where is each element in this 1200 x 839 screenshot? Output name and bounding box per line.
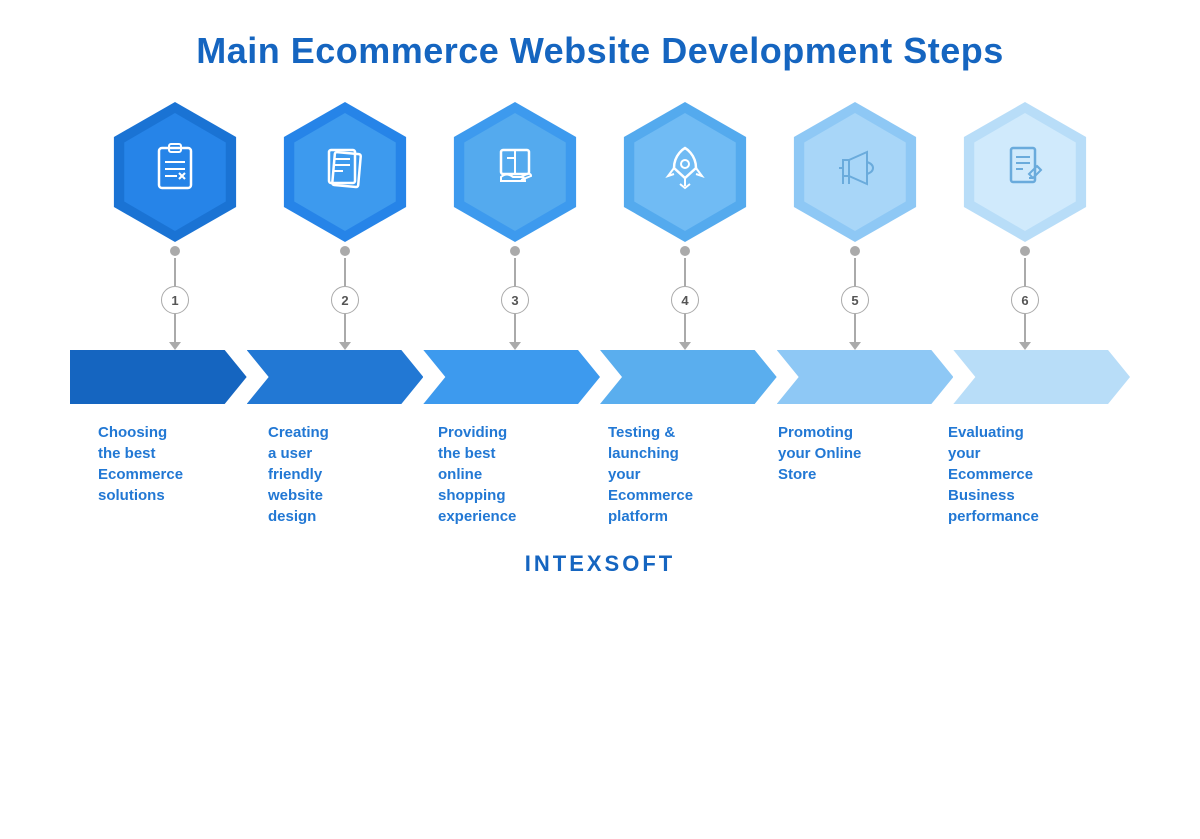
connector-2: 2: [331, 246, 359, 350]
hexagon-6: [960, 102, 1090, 242]
arrow-segment-5: [777, 350, 954, 404]
hexagon-4: [620, 102, 750, 242]
documents-icon: [319, 140, 371, 204]
hex-item-5: 5: [770, 102, 940, 350]
arrow-segment-2: [247, 350, 424, 404]
box-hand-icon: [489, 140, 541, 204]
hexagon-5: [790, 102, 920, 242]
arrow-segment-1: [70, 350, 247, 404]
hex-item-2: 2: [260, 102, 430, 350]
step-number-4: 4: [671, 286, 699, 314]
arrow-segment-4: [600, 350, 777, 404]
label-2: Creatinga userfriendlywebsitedesign: [260, 422, 430, 527]
connector-1: 1: [161, 246, 189, 350]
labels-row: Choosingthe bestEcommercesolutions Creat…: [40, 404, 1160, 527]
label-1: Choosingthe bestEcommercesolutions: [90, 422, 260, 527]
hex-item-3: 3: [430, 102, 600, 350]
step-number-1: 1: [161, 286, 189, 314]
connector-3: 3: [501, 246, 529, 350]
hexagon-2: [280, 102, 410, 242]
hexagons-row: 1: [40, 102, 1160, 350]
connector-4: 4: [671, 246, 699, 350]
arrow-segment-6: [953, 350, 1130, 404]
step-number-2: 2: [331, 286, 359, 314]
megaphone-icon: [829, 140, 881, 204]
logo-text: INTEXSOFT: [525, 551, 675, 577]
connector-5: 5: [841, 246, 869, 350]
page-title: Main Ecommerce Website Development Steps: [196, 30, 1004, 72]
step-number-6: 6: [1011, 286, 1039, 314]
logo-area: INTEXSOFT: [525, 551, 675, 577]
rocket-icon: [660, 140, 710, 204]
label-6: EvaluatingyourEcommerceBusinessperforman…: [940, 422, 1110, 527]
hex-item-6: 6: [940, 102, 1110, 350]
hex-item-4: 4: [600, 102, 770, 350]
step-number-5: 5: [841, 286, 869, 314]
hexagon-1: [110, 102, 240, 242]
clipboard-icon: [149, 140, 201, 204]
label-4: Testing &launchingyourEcommerceplatform: [600, 422, 770, 527]
arrows-band: [40, 350, 1160, 404]
hex-item-1: 1: [90, 102, 260, 350]
hexagon-3: [450, 102, 580, 242]
diagram-area: 1: [40, 102, 1160, 527]
label-5: Promotingyour OnlineStore: [770, 422, 940, 527]
document-pencil-icon: [999, 140, 1051, 204]
step-number-3: 3: [501, 286, 529, 314]
arrow-segment-3: [423, 350, 600, 404]
connector-6: 6: [1011, 246, 1039, 350]
label-3: Providingthe bestonlineshoppingexperienc…: [430, 422, 600, 527]
